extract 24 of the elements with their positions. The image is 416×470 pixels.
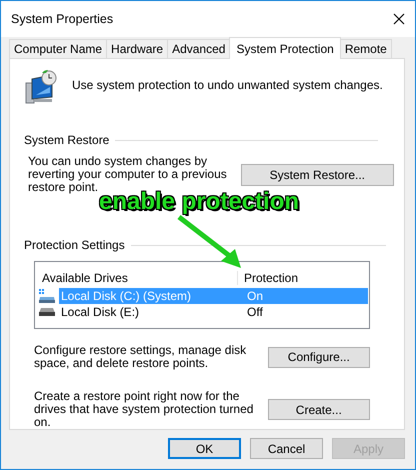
dialog-button[interactable]: OK [168,438,241,459]
dialog-button[interactable]: Cancel [250,438,323,459]
window-title: System Properties [11,12,114,26]
drive-icon [39,308,55,316]
tab[interactable]: System Protection [229,37,341,59]
group-heading: System Restore [24,133,110,147]
column-header[interactable]: Protection [237,271,369,285]
drive-name[interactable]: Local Disk (E:) [59,304,241,320]
create-description: Create a restore point right now for the drives that have system protection turned on. [34,390,254,429]
group-heading: Protection Settings [24,238,125,252]
drive-windows-icon [39,289,55,303]
tab[interactable]: Computer Name [9,39,108,58]
system-restore-button[interactable]: System Restore... [240,164,394,186]
annotation-text: enable protection [99,188,300,216]
configure-button[interactable]: Configure... [268,346,370,368]
column-header[interactable]: Available Drives [35,271,237,285]
tab[interactable]: Remote [340,39,392,58]
intro-text: Use system protection to undo unwanted system changes. [72,78,383,92]
close-icon[interactable] [393,13,405,25]
configure-description: Configure restore settings, manage disk space, and delete restore points. [34,344,248,370]
protection-status[interactable]: Off [241,304,368,320]
create-button[interactable]: Create... [268,399,370,420]
computer-shield-icon [24,69,58,105]
annotation-arrow [177,215,241,268]
